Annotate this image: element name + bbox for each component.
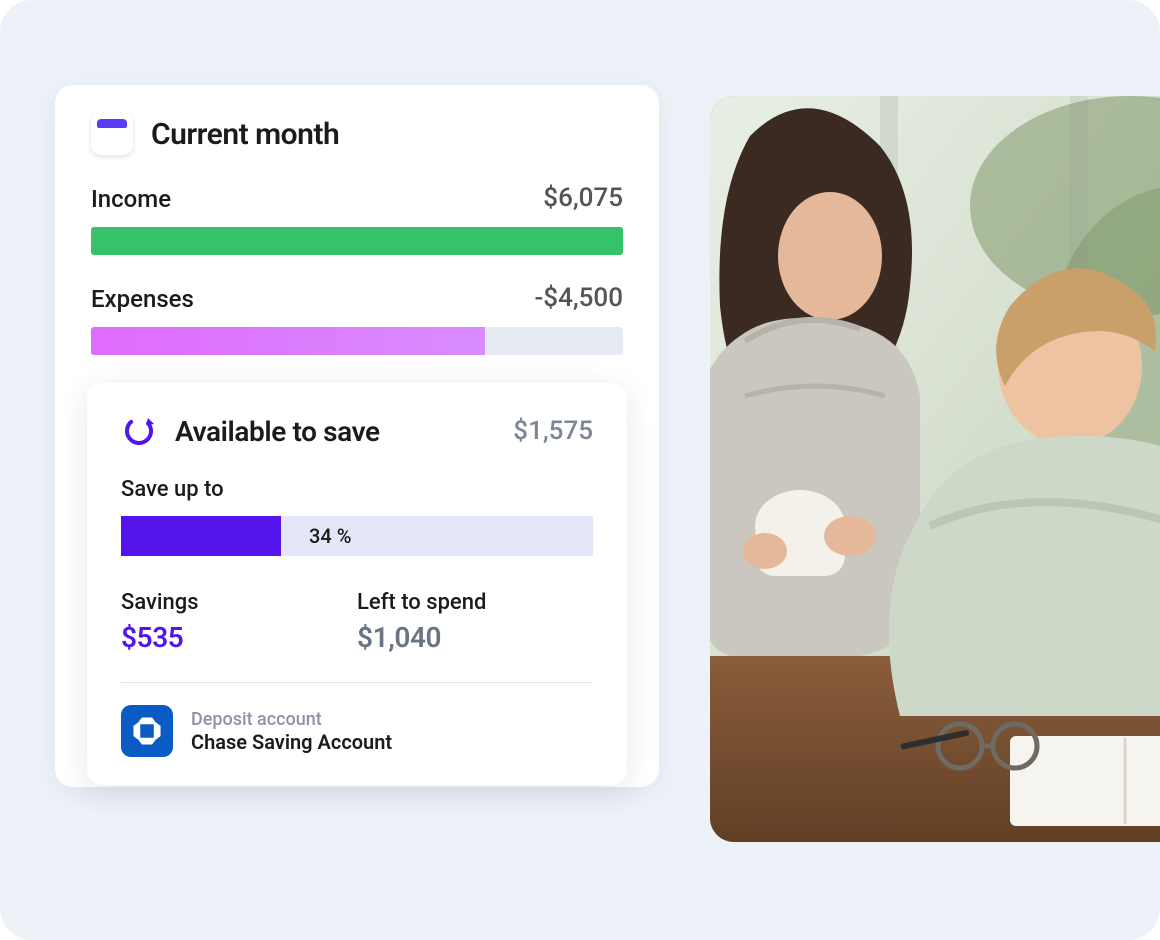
savings-amount: $535 xyxy=(121,621,357,654)
stage: Current month Income $6,075 Expenses -$4… xyxy=(0,0,1160,940)
expenses-label: Expenses xyxy=(91,285,194,313)
expenses-section: Expenses -$4,500 xyxy=(91,283,623,355)
expenses-bar-fill xyxy=(91,327,485,355)
income-label: Income xyxy=(91,185,171,213)
refresh-icon xyxy=(121,413,157,449)
income-bar-fill xyxy=(91,227,623,255)
available-title: Available to save xyxy=(175,415,380,448)
card-header: Current month xyxy=(91,113,623,155)
left-amount: $1,040 xyxy=(357,621,593,654)
deposit-account-row[interactable]: Deposit account Chase Saving Account xyxy=(121,705,593,757)
lifestyle-photo xyxy=(710,96,1160,842)
deposit-account-name: Chase Saving Account xyxy=(191,730,392,754)
divider xyxy=(121,682,593,683)
income-section: Income $6,075 xyxy=(91,183,623,255)
current-month-card: Current month Income $6,075 Expenses -$4… xyxy=(55,85,659,787)
save-percent-label: 34 % xyxy=(309,524,351,548)
card-title: Current month xyxy=(151,117,339,152)
deposit-account-label: Deposit account xyxy=(191,709,392,730)
save-bar-fill xyxy=(121,516,281,556)
savings-block: Savings $535 xyxy=(121,590,357,654)
income-amount: $6,075 xyxy=(543,183,623,213)
income-bar-track xyxy=(91,227,623,255)
available-card: Available to save $1,575 Save up to 34 %… xyxy=(87,383,627,785)
chase-bank-icon xyxy=(121,705,173,757)
left-to-spend-block: Left to spend $1,040 xyxy=(357,590,593,654)
left-label: Left to spend xyxy=(357,590,593,615)
savings-split: Savings $535 Left to spend $1,040 xyxy=(121,590,593,654)
save-up-label: Save up to xyxy=(121,477,593,502)
savings-label: Savings xyxy=(121,590,357,615)
available-amount: $1,575 xyxy=(513,416,593,446)
expenses-amount: -$4,500 xyxy=(534,283,623,313)
save-bar-track[interactable]: 34 % xyxy=(121,516,593,556)
calendar-icon xyxy=(91,113,133,155)
expenses-bar-track xyxy=(91,327,623,355)
